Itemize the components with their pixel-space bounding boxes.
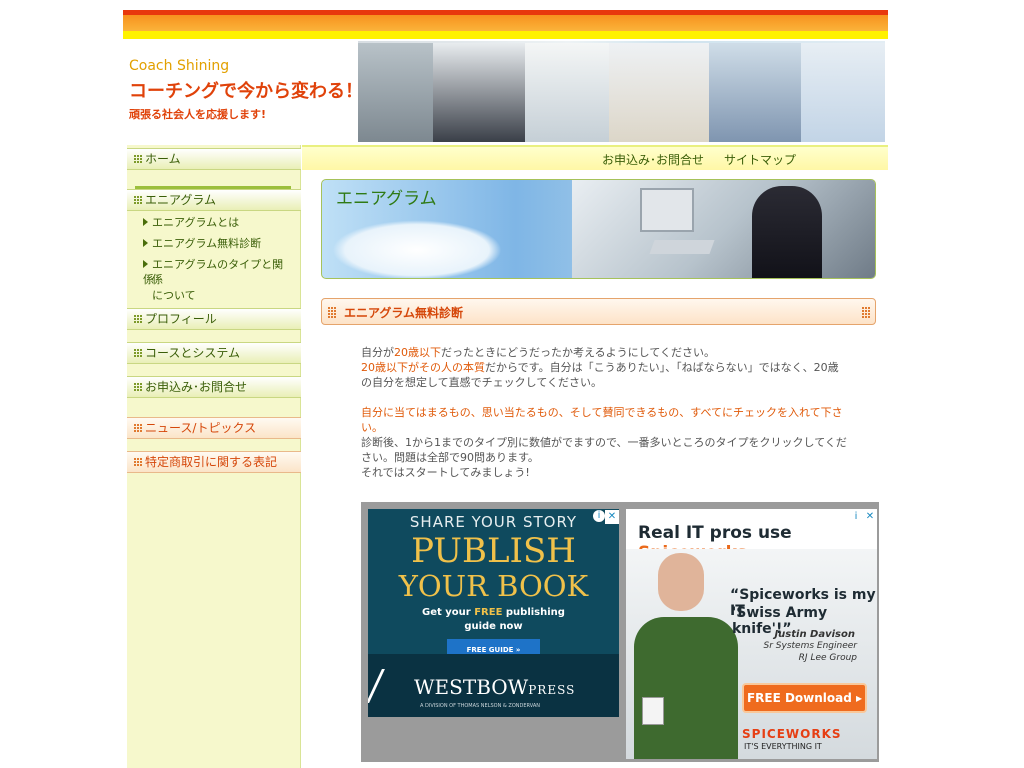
highlight-text: 自分に当てはまるもの、思い当たるもの、そして賛同できるもの、すべてにチェックを入… [361,406,843,419]
bullet-icon [134,155,142,163]
sitemap-link[interactable]: サイトマップ [724,151,796,168]
header-stripe-orange [123,15,888,31]
sidebar-subitem-types-line3[interactable]: について [152,288,196,303]
bullet-icon [134,383,142,391]
sidebar-subitem-types[interactable]: エニアグラムのタイプと関係 [143,257,293,287]
top-link-bar: お申込み･お問合せ サイトマップ [302,145,888,170]
header-subline: 頑張る社会人を応援します! [129,108,267,121]
ad2-tagline: IT'S EVERYTHING IT [744,742,822,751]
grid-dots-icon [862,307,871,318]
person-head [658,553,704,611]
banner-monitor [640,188,694,232]
photo-woman-4 [801,43,885,142]
sidebar-item-profile[interactable]: プロフィール [127,308,301,330]
banner-cloud [332,220,502,278]
close-icon[interactable]: ✕ [863,510,877,524]
header-stripe-yellow [123,31,888,39]
bullet-icon [134,349,142,357]
sidebar-item-label: プロフィール [145,312,217,326]
intro-paragraph-1: 自分が20歳以下だったときにどうだったか考えるようにしてください。 20歳以下が… [361,345,876,390]
header-photo-strip [358,41,885,142]
photo-woman-3 [609,43,709,142]
ad1-line2: PUBLISH [411,531,576,571]
brand-name[interactable]: Coach Shining [129,58,229,74]
ad-westbow[interactable]: SHARE YOUR STORY PUBLISH YOUR BOOK Get y… [368,509,619,717]
photo-woman-2 [525,43,609,142]
ad1-line5: guide now [464,621,523,632]
person-shirt [634,617,738,759]
catchphrase: コーチングで今から変わる！ [129,81,363,102]
text: の自分を想定して直感でチェックしてください。 [361,376,603,389]
ad1-tagline: A DIVISION OF THOMAS NELSON & ZONDERVAN [420,703,540,709]
ad1-line4: Get your FREE publishing [422,607,565,618]
sidebar-item-label: コースとシステム [145,346,241,360]
arrow-right-icon [143,260,148,268]
sidebar-item-label: 特定商取引に関する表記 [145,455,278,469]
banner-desk-photo [572,180,875,278]
ad1-brand: WESTBOWPRESS [414,675,576,699]
page-banner: エニアグラム [321,179,876,279]
sidebar-item-label: ホーム [145,152,181,166]
sidebar-item-home[interactable]: ホーム [127,148,301,170]
sidebar-item-legal[interactable]: 特定商取引に関する表記 [127,451,301,473]
close-icon[interactable]: ✕ [605,510,619,524]
text: さい。問題は全部で90問あります。 [361,451,539,464]
sidebar-subitem-about[interactable]: エニアグラムとは [143,215,239,230]
intro-paragraph-2: 自分に当てはまるもの、思い当たるもの、そして賛同できるもの、すべてにチェックを入… [361,405,876,480]
adchoices-icon[interactable]: i [593,510,605,522]
text: だからです。自分は「こうありたい」、「ねばならない」ではなく、20歳 [485,361,839,374]
sidebar-item-label: エニアグラム [145,193,217,207]
text: 診断後、1から1までのタイプ別に数値がでますので、一番多いところのタイプをクリッ… [361,436,847,449]
sidebar: ホーム エニアグラム エニアグラムとは エニアグラム無料診断 エニアグラムのタイ… [127,145,301,768]
banner-title: エニアグラム [336,189,437,209]
badge-icon [642,697,664,725]
banner-businessman [752,186,822,278]
photo-man-2 [709,43,801,142]
highlight-text: い。 [361,421,383,434]
sidebar-subitem-free-diagnosis[interactable]: エニアグラム無料診断 [143,236,261,251]
ad1-line1: SHARE YOUR STORY [409,513,578,531]
ad2-logo: SPICEWORKS [742,727,842,741]
text: それではスタートしてみましょう! [361,466,530,479]
site-header: Coach Shining コーチングで今から変わる！ 頑張る社会人を応援します… [123,39,888,143]
ad2-role: Sr Systems Engineer [763,641,857,651]
grid-dots-icon [328,307,337,318]
section-header: エニアグラム無料診断 [321,298,876,325]
section-title: エニアグラム無料診断 [344,306,464,320]
free-download-button[interactable]: FREE Download ▸ [742,683,867,713]
arrow-right-icon [143,218,148,226]
bullet-icon [134,424,142,432]
sidebar-item-contact[interactable]: お申込み･お問合せ [127,376,301,398]
ad-container: SHARE YOUR STORY PUBLISH YOUR BOOK Get y… [361,502,879,762]
ad-spiceworks[interactable]: Real IT pros use Spiceworks. “Spiceworks… [626,509,877,759]
text: 自分が [361,346,394,359]
sidebar-subitem-types-line2[interactable]: 係 [152,272,163,287]
banner-keyboard [649,240,715,254]
person-photo [634,547,738,759]
sidebar-item-enneagram[interactable]: エニアグラム [127,189,301,211]
contact-link[interactable]: お申込み･お問合せ [602,151,704,168]
arrow-right-icon [143,239,148,247]
bullet-icon [134,315,142,323]
highlight-text: 20歳以下がその人の本質 [361,361,485,374]
bullet-icon [134,458,142,466]
photo-woman-1 [433,43,525,142]
sidebar-item-label: ニュース/トピックス [145,421,257,435]
page-wrapper: Coach Shining コーチングで今から変わる！ 頑張る社会人を応援します… [123,0,888,768]
bullet-icon [134,196,142,204]
sidebar-item-course[interactable]: コースとシステム [127,342,301,364]
sidebar-item-news[interactable]: ニュース/トピックス [127,417,301,439]
adchoices-icon[interactable]: i [849,510,863,524]
sidebar-item-label: お申込み･お問合せ [145,380,248,394]
ad2-person: Justin Davison [774,629,855,640]
ad1-line3: YOUR BOOK [398,569,589,603]
highlight-text: 20歳以下 [394,346,441,359]
photo-man-1 [358,43,433,142]
ad2-company: RJ Lee Group [798,653,857,663]
text: だったときにどうだったか考えるようにしてください。 [441,346,716,359]
